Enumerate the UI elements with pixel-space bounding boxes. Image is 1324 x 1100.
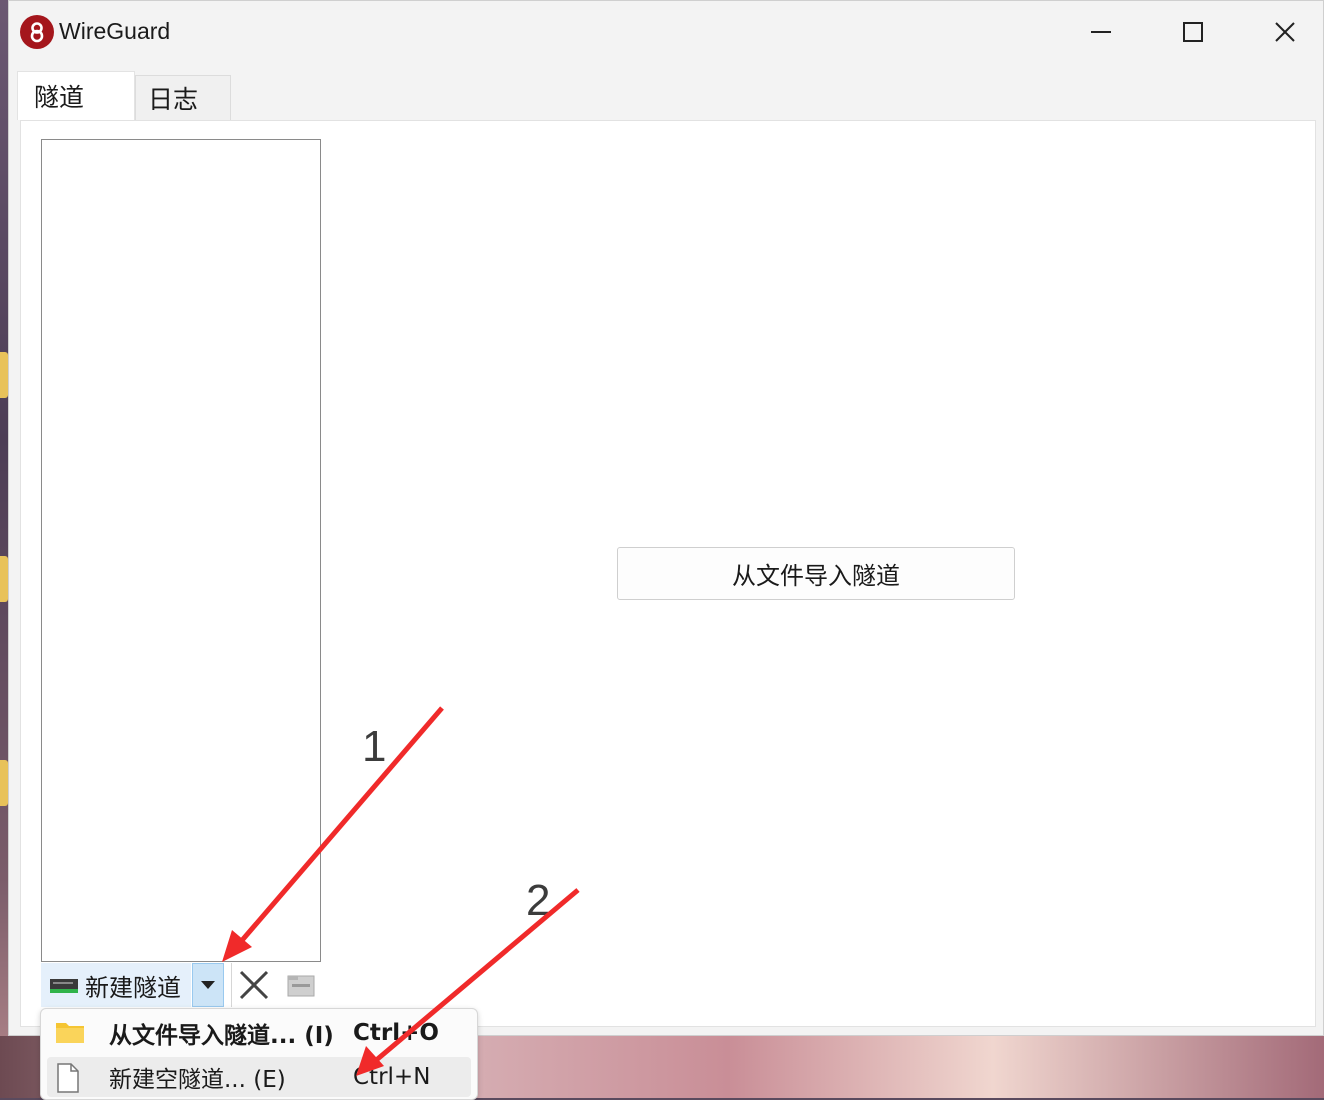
- chevron-down-icon: [201, 981, 215, 989]
- minimize-icon: [1091, 31, 1111, 33]
- maximize-icon: [1183, 22, 1203, 42]
- menu-item-label: 从文件导入隧道... (I): [109, 1023, 334, 1049]
- maximize-button[interactable]: [1147, 1, 1239, 63]
- menu-item-shortcut: Ctrl+O: [353, 1020, 439, 1046]
- new-tunnel-dropdown-button[interactable]: [192, 963, 224, 1007]
- export-tunnels-button[interactable]: [281, 963, 321, 1007]
- tab-log[interactable]: 日志: [135, 75, 231, 120]
- delete-x-icon: [239, 970, 269, 1000]
- menu-item-label: 新建空隧道... (E): [109, 1067, 286, 1093]
- new-tunnel-label: 新建隧道: [85, 973, 181, 1002]
- tab-label: 隧道: [34, 83, 85, 112]
- tab-label: 日志: [148, 85, 199, 114]
- close-icon: [1275, 22, 1295, 42]
- network-adapter-icon: [50, 979, 78, 993]
- close-button[interactable]: [1239, 1, 1324, 63]
- folder-icon: [55, 1019, 85, 1049]
- step-2-label: 2: [526, 876, 551, 925]
- menu-item-import-from-file[interactable]: 从文件导入隧道... (I) Ctrl+O: [47, 1013, 471, 1053]
- tunnels-panel: 新建隧道 从文件导入隧道: [20, 120, 1316, 1027]
- wireguard-logo-icon: [20, 15, 54, 49]
- menu-item-shortcut: Ctrl+N: [353, 1064, 431, 1090]
- export-zip-icon: [287, 975, 315, 997]
- wireguard-window: WireGuard 隧道 日志 新建隧道 从文件导入隧道: [8, 0, 1324, 1036]
- tunnel-list[interactable]: [41, 139, 321, 962]
- blank-file-icon: [55, 1063, 81, 1097]
- desktop-icon-edge[interactable]: [0, 760, 8, 806]
- delete-tunnel-button[interactable]: [231, 963, 276, 1007]
- menu-item-new-empty-tunnel[interactable]: 新建空隧道... (E) Ctrl+N: [47, 1057, 471, 1097]
- title-bar[interactable]: WireGuard: [9, 1, 1323, 63]
- import-tunnel-from-file-button[interactable]: 从文件导入隧道: [617, 547, 1015, 600]
- new-tunnel-button[interactable]: 新建隧道: [41, 963, 191, 1007]
- step-1-label: 1: [362, 722, 387, 771]
- minimize-button[interactable]: [1055, 1, 1147, 63]
- new-tunnel-dropdown-menu: 从文件导入隧道... (I) Ctrl+O 新建空隧道... (E) Ctrl+…: [40, 1008, 478, 1100]
- tab-tunnels[interactable]: 隧道: [17, 71, 135, 120]
- desktop-icon-edge[interactable]: [0, 556, 8, 602]
- window-title: WireGuard: [59, 18, 171, 44]
- desktop-icon-edge[interactable]: [0, 352, 8, 398]
